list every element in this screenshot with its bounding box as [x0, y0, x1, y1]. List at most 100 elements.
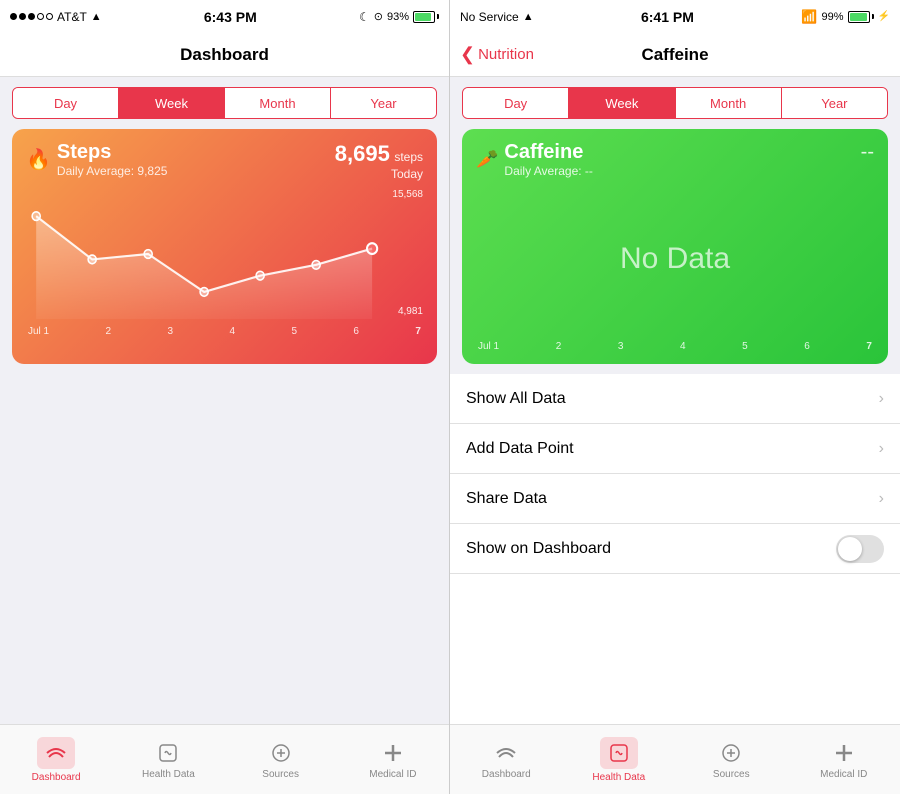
- share-data-right: ›: [879, 490, 884, 508]
- show-on-dashboard-toggle[interactable]: [836, 535, 884, 563]
- page-title-right: Caffeine: [641, 45, 708, 65]
- nav-header-right: ❮ Nutrition Caffeine: [450, 33, 900, 77]
- back-label: Nutrition: [478, 46, 534, 63]
- menu-show-on-dashboard[interactable]: Show on Dashboard: [450, 524, 900, 574]
- tab-healthdata-left[interactable]: Health Data: [112, 725, 224, 794]
- tab-sources-left[interactable]: Sources: [225, 725, 337, 794]
- tab-healthdata-icon-bg: [600, 737, 638, 769]
- x-label-r4: 5: [742, 341, 748, 352]
- tab-bar-left: Dashboard Health Data Sources: [0, 724, 449, 794]
- x-axis-labels-left: Jul 1 2 3 4 5 6 7: [26, 324, 423, 337]
- steps-date: Today: [335, 167, 423, 181]
- status-right-left: ☾ ⊙ 93%: [359, 10, 439, 24]
- tab-medicalid-label-right: Medical ID: [820, 769, 867, 780]
- tab-sources-label-right: Sources: [713, 769, 750, 780]
- segment-control-left[interactable]: Day Week Month Year: [12, 87, 437, 119]
- menu-show-all-data[interactable]: Show All Data ›: [450, 374, 900, 424]
- tab-dashboard-label-right: Dashboard: [482, 769, 531, 780]
- x-label-r5: 6: [804, 341, 810, 352]
- caffeine-card: 🥕 Caffeine Daily Average: -- -- No Data …: [462, 129, 888, 364]
- x-label-6: 7: [415, 326, 421, 337]
- segment-week-right[interactable]: Week: [568, 88, 674, 118]
- x-label-3: 4: [229, 326, 235, 337]
- dashboard-icon-right: [493, 740, 519, 766]
- sources-icon-left: [268, 740, 294, 766]
- chevron-icon-1: ›: [879, 440, 884, 458]
- bluetooth-icon: 📶: [801, 9, 817, 25]
- chevron-icon-0: ›: [879, 390, 884, 408]
- add-data-point-right: ›: [879, 440, 884, 458]
- segment-control-right[interactable]: Day Week Month Year: [462, 87, 888, 119]
- carrot-icon: 🥕: [476, 149, 498, 170]
- tab-healthdata-label-right: Health Data: [592, 772, 645, 783]
- tab-dashboard-right[interactable]: Dashboard: [450, 725, 563, 794]
- status-left: AT&T ▲: [10, 10, 102, 24]
- x-label-r3: 4: [680, 341, 686, 352]
- tab-medicalid-label-left: Medical ID: [369, 769, 416, 780]
- segment-year-left[interactable]: Year: [330, 88, 436, 118]
- segment-year-right[interactable]: Year: [781, 88, 887, 118]
- x-label-r6: 7: [866, 341, 872, 352]
- caffeine-avg: Daily Average: --: [504, 164, 592, 178]
- show-all-data-right: ›: [879, 390, 884, 408]
- tab-medicalid-left[interactable]: Medical ID: [337, 725, 449, 794]
- steps-value: 8,695: [335, 141, 390, 166]
- time-left: 6:43 PM: [204, 9, 257, 25]
- status-bar-left: AT&T ▲ 6:43 PM ☾ ⊙ 93%: [0, 0, 449, 33]
- healthdata-icon-left: [155, 740, 181, 766]
- caffeine-value: --: [861, 141, 874, 164]
- segment-day-right[interactable]: Day: [463, 88, 568, 118]
- chevron-icon-2: ›: [879, 490, 884, 508]
- menu-share-data[interactable]: Share Data ›: [450, 474, 900, 524]
- x-axis-labels-right: Jul 1 2 3 4 5 6 7: [476, 339, 874, 352]
- nav-back-button[interactable]: ❮ Nutrition: [460, 44, 534, 65]
- battery-pct-right: 99%: [822, 11, 844, 23]
- signal-dots: [10, 13, 53, 20]
- tab-dashboard-left[interactable]: Dashboard: [0, 725, 112, 794]
- steps-card: 🔥 Steps Daily Average: 9,825 8,695 steps…: [12, 129, 437, 364]
- signal-dot-1: [10, 13, 17, 20]
- tab-healthdata-right[interactable]: Health Data: [563, 725, 676, 794]
- show-on-dashboard-label: Show on Dashboard: [466, 540, 611, 558]
- segment-month-right[interactable]: Month: [675, 88, 781, 118]
- chart-high-label: 15,568: [392, 189, 423, 200]
- caffeine-dash: --: [861, 141, 874, 163]
- status-bar-right: No Service ▲ 6:41 PM 📶 99% ⚡: [450, 0, 900, 33]
- caffeine-title-group: 🥕 Caffeine Daily Average: --: [476, 141, 593, 178]
- sources-icon-right: [718, 740, 744, 766]
- x-label-4: 5: [291, 326, 297, 337]
- tab-dashboard-label-left: Dashboard: [32, 772, 81, 783]
- back-chevron-icon: ❮: [460, 44, 475, 65]
- medicalid-icon-left: [380, 740, 406, 766]
- card-title-block: Steps Daily Average: 9,825: [57, 141, 168, 178]
- steps-avg: Daily Average: 9,825: [57, 164, 168, 178]
- healthdata-icon-right: [606, 740, 632, 766]
- x-label-0: Jul 1: [28, 326, 49, 337]
- battery-icon-right: [848, 11, 874, 23]
- signal-dot-4: [37, 13, 44, 20]
- signal-dot-5: [46, 13, 53, 20]
- no-data-label: No Data: [476, 178, 874, 339]
- dashboard-icon-left: [43, 740, 69, 766]
- x-label-r0: Jul 1: [478, 341, 499, 352]
- battery-icon-left: [413, 11, 439, 23]
- caffeine-title: Caffeine: [504, 141, 592, 164]
- charging-icon: ⚡: [878, 11, 890, 22]
- caffeine-header: 🥕 Caffeine Daily Average: -- --: [476, 141, 874, 178]
- segment-day-left[interactable]: Day: [13, 88, 118, 118]
- location-icon: ⊙: [374, 10, 383, 23]
- menu-list: Show All Data › Add Data Point › Share D…: [450, 374, 900, 724]
- x-label-2: 3: [168, 326, 174, 337]
- steps-unit: steps: [394, 150, 423, 164]
- no-service-label: No Service: [460, 10, 519, 24]
- tab-sources-right[interactable]: Sources: [675, 725, 788, 794]
- caffeine-title-block: Caffeine Daily Average: --: [504, 141, 592, 178]
- tab-bar-right: Dashboard Health Data Sources: [450, 724, 900, 794]
- tab-medicalid-right[interactable]: Medical ID: [788, 725, 900, 794]
- steps-value-row: 8,695 steps: [335, 141, 423, 167]
- menu-add-data-point[interactable]: Add Data Point ›: [450, 424, 900, 474]
- segment-week-left[interactable]: Week: [118, 88, 224, 118]
- tab-sources-label-left: Sources: [262, 769, 299, 780]
- battery-pct-left: 93%: [387, 11, 409, 23]
- segment-month-left[interactable]: Month: [224, 88, 330, 118]
